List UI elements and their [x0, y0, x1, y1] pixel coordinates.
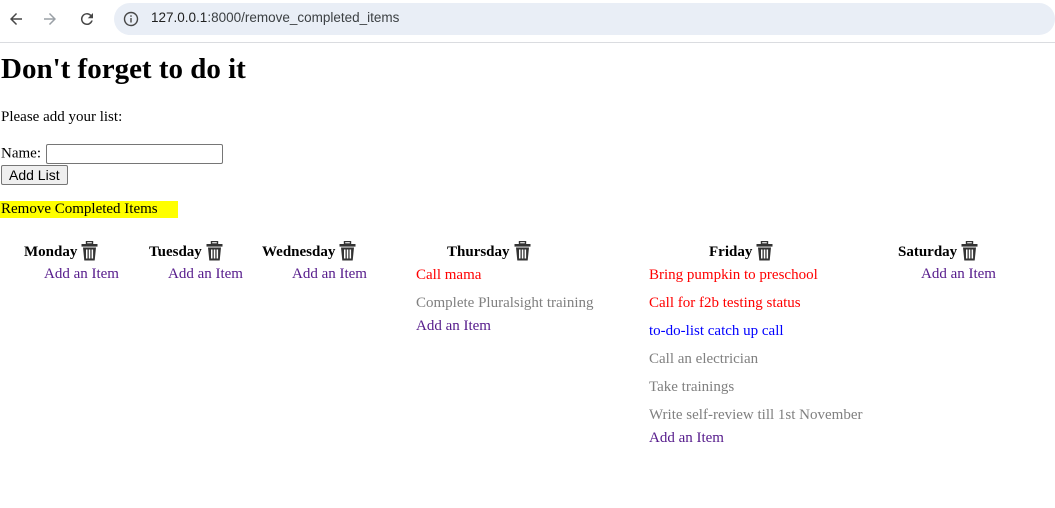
- add-item-link[interactable]: Add an Item: [649, 430, 724, 447]
- url-host: 127.0.0.1: [151, 10, 208, 25]
- trash-icon[interactable]: [756, 240, 773, 261]
- todo-item[interactable]: Call for f2b testing status: [649, 295, 801, 312]
- name-row: Name:: [1, 144, 223, 164]
- url-text[interactable]: 127.0.0.1:8000/remove_completed_items: [151, 10, 399, 25]
- instruction-text: Please add your list:: [1, 109, 123, 125]
- day-name: Tuesday: [149, 244, 202, 260]
- back-arrow-icon[interactable]: [3, 6, 29, 32]
- reload-icon[interactable]: [74, 6, 100, 32]
- day-name: Saturday: [898, 244, 958, 260]
- day-name: Wednesday: [262, 244, 336, 260]
- add-item-link[interactable]: Add an Item: [416, 318, 491, 335]
- todo-item[interactable]: Write self-review till 1st November: [649, 407, 863, 424]
- day-column-tuesday: Tuesday Add an Item: [149, 237, 243, 282]
- browser-toolbar: 127.0.0.1:8000/remove_completed_items: [0, 0, 1055, 43]
- day-column-wednesday: Wednesday Add an Item: [262, 237, 367, 282]
- trash-icon[interactable]: [961, 240, 978, 261]
- day-header: Wednesday: [262, 237, 356, 261]
- day-name: Friday: [709, 244, 753, 260]
- todo-item[interactable]: Bring pumpkin to preschool: [649, 267, 818, 284]
- add-list-button[interactable]: Add List: [1, 165, 68, 185]
- day-column-thursday: Thursday Call mama Complete Pluralsight tr…: [416, 237, 593, 334]
- remove-completed-link[interactable]: Remove Completed Items: [0, 201, 178, 218]
- day-name: Thursday: [447, 244, 510, 260]
- day-column-saturday: Saturday Add an Item: [898, 237, 996, 282]
- trash-icon[interactable]: [514, 240, 531, 261]
- todo-item[interactable]: Complete Pluralsight training: [416, 295, 593, 312]
- day-header: Monday: [24, 237, 98, 261]
- forward-arrow-icon[interactable]: [37, 6, 63, 32]
- address-bar[interactable]: 127.0.0.1:8000/remove_completed_items: [114, 3, 1055, 35]
- add-item-link[interactable]: Add an Item: [168, 266, 243, 283]
- todo-item[interactable]: Take trainings: [649, 379, 734, 396]
- day-header: Friday: [709, 237, 773, 261]
- name-input[interactable]: [45, 144, 223, 164]
- day-header: Thursday: [447, 237, 531, 261]
- day-header: Tuesday: [149, 237, 223, 261]
- day-header: Saturday: [898, 237, 978, 261]
- day-column-friday: Friday Bring pumpkin to preschool Call for…: [649, 237, 863, 446]
- trash-icon[interactable]: [339, 240, 356, 261]
- todo-item[interactable]: Call an electrician: [649, 351, 758, 368]
- todo-item[interactable]: Call mama: [416, 267, 481, 284]
- day-column-monday: Monday Add an Item: [24, 237, 119, 282]
- add-item-link[interactable]: Add an Item: [44, 266, 119, 283]
- add-item-link[interactable]: Add an Item: [921, 266, 996, 283]
- info-icon[interactable]: [123, 11, 139, 27]
- page-content: Don't forget to do it Please add your li…: [0, 43, 1055, 508]
- url-path: :8000/remove_completed_items: [207, 10, 400, 25]
- page-title: Don't forget to do it: [1, 53, 246, 85]
- trash-icon[interactable]: [206, 240, 223, 261]
- day-name: Monday: [24, 244, 78, 260]
- todo-item[interactable]: to-do-list catch up call: [649, 323, 784, 340]
- trash-icon[interactable]: [81, 240, 98, 261]
- add-item-link[interactable]: Add an Item: [292, 266, 367, 283]
- name-label: Name:: [1, 145, 41, 162]
